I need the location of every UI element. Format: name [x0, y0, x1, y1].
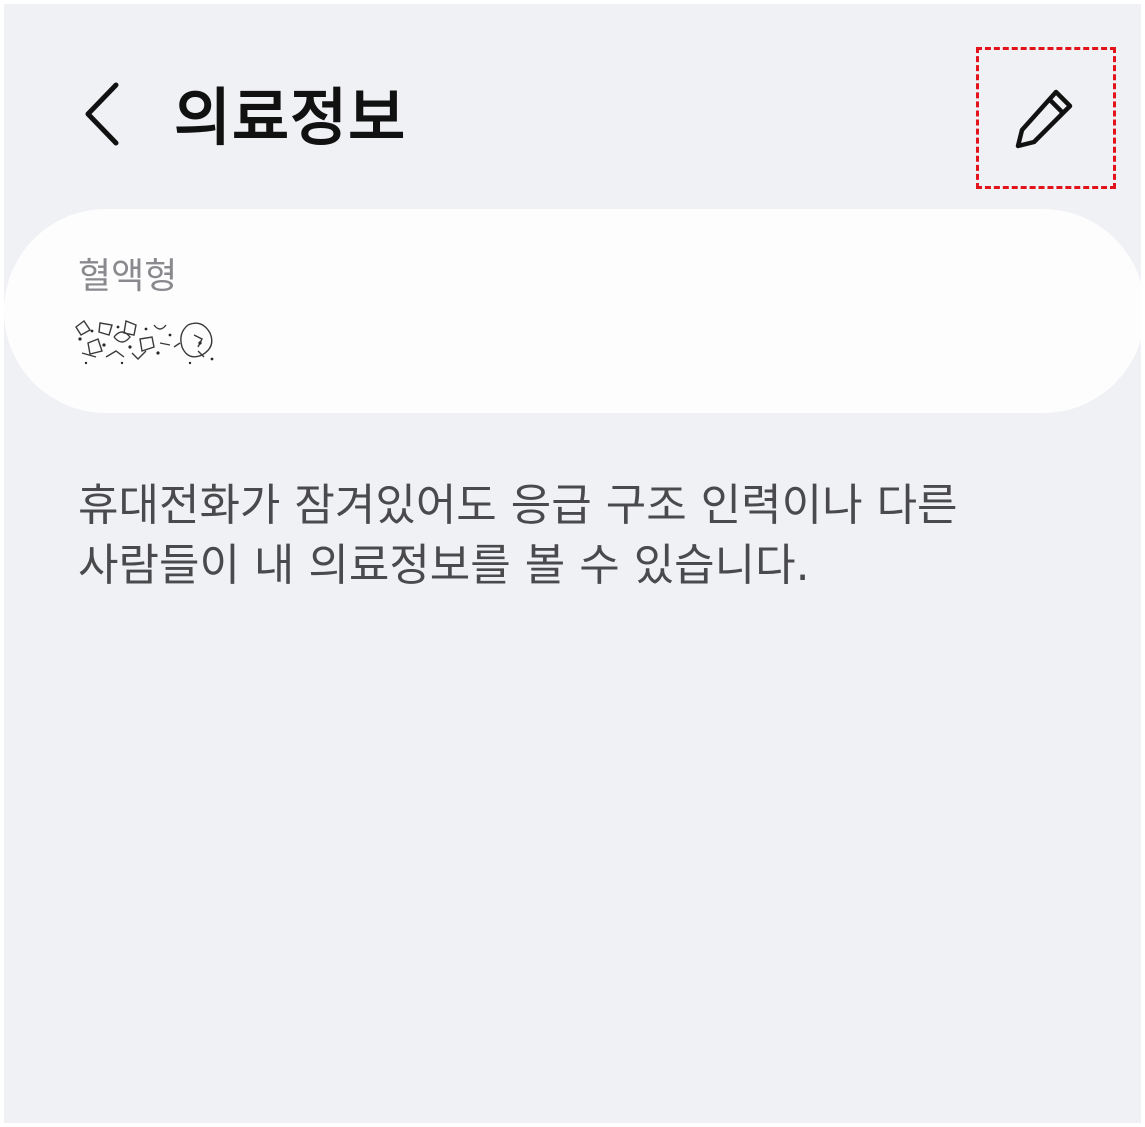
back-button[interactable] [66, 74, 138, 154]
app-bar: 의료정보 [4, 4, 1141, 204]
medical-info-screen: 의료정보 혈액형 휴대전화가 잠겨있어도 응급 구조 인력이나 다른 사람들이 … [4, 4, 1141, 1123]
blood-type-value-redacted [75, 319, 214, 365]
description-line-1: 휴대전화가 잠겨있어도 응급 구조 인력이나 다른 [78, 480, 958, 531]
page-title: 의료정보 [174, 81, 407, 154]
blood-type-card[interactable]: 혈액형 [4, 209, 1141, 413]
description-line-2: 사람들이 내 의료정보를 볼 수 있습니다. [78, 540, 810, 591]
edit-button[interactable] [976, 47, 1116, 189]
chevron-left-icon [85, 82, 119, 146]
blood-type-label: 혈액형 [78, 256, 178, 297]
description-text: 휴대전화가 잠겨있어도 응급 구조 인력이나 다른 사람들이 내 의료정보를 볼… [78, 476, 1078, 596]
pencil-icon [1015, 89, 1073, 149]
